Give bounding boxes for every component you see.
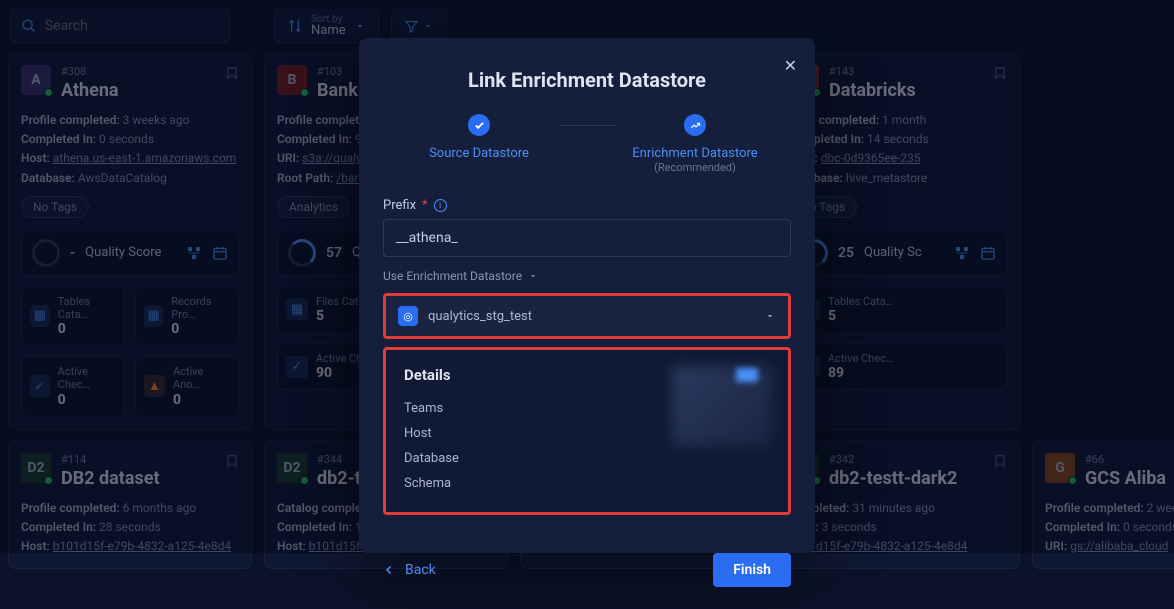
- close-icon[interactable]: ✕: [784, 56, 797, 75]
- details-panel-highlight: Details TeamsHostDatabaseSchema: [383, 347, 791, 515]
- link-enrichment-modal: ✕ Link Enrichment Datastore Source Datas…: [359, 38, 815, 553]
- step1-circle: [468, 114, 490, 136]
- back-button[interactable]: Back: [383, 562, 436, 578]
- chevron-down-icon: [528, 271, 538, 281]
- details-row: Database: [404, 446, 770, 471]
- stepper: Source Datastore Enrichment Datastore (R…: [359, 114, 815, 198]
- datastore-icon: ◎: [398, 306, 418, 326]
- details-row: Schema: [404, 471, 770, 496]
- step1-label: Source Datastore: [429, 146, 529, 161]
- enrichment-select-highlight: ◎ qualytics_stg_test: [383, 293, 791, 339]
- modal-title: Link Enrichment Datastore: [359, 38, 815, 114]
- use-enrichment-toggle[interactable]: Use Enrichment Datastore: [383, 269, 791, 283]
- chevron-left-icon: [383, 564, 395, 576]
- chevron-down-icon: [764, 310, 776, 322]
- step2-sublabel: (Recommended): [654, 161, 736, 174]
- finish-button[interactable]: Finish: [713, 553, 791, 587]
- prefix-input[interactable]: [383, 219, 791, 257]
- prefix-label: Prefix * i: [383, 198, 791, 213]
- step2-circle: [684, 114, 706, 136]
- step2-label: Enrichment Datastore: [632, 146, 757, 161]
- enrichment-select-value: qualytics_stg_test: [428, 309, 532, 324]
- step-connector: [559, 125, 615, 126]
- info-icon[interactable]: i: [434, 199, 447, 212]
- modal-overlay: ✕ Link Enrichment Datastore Source Datas…: [0, 0, 1174, 553]
- enrichment-select[interactable]: ◎ qualytics_stg_test: [386, 296, 788, 336]
